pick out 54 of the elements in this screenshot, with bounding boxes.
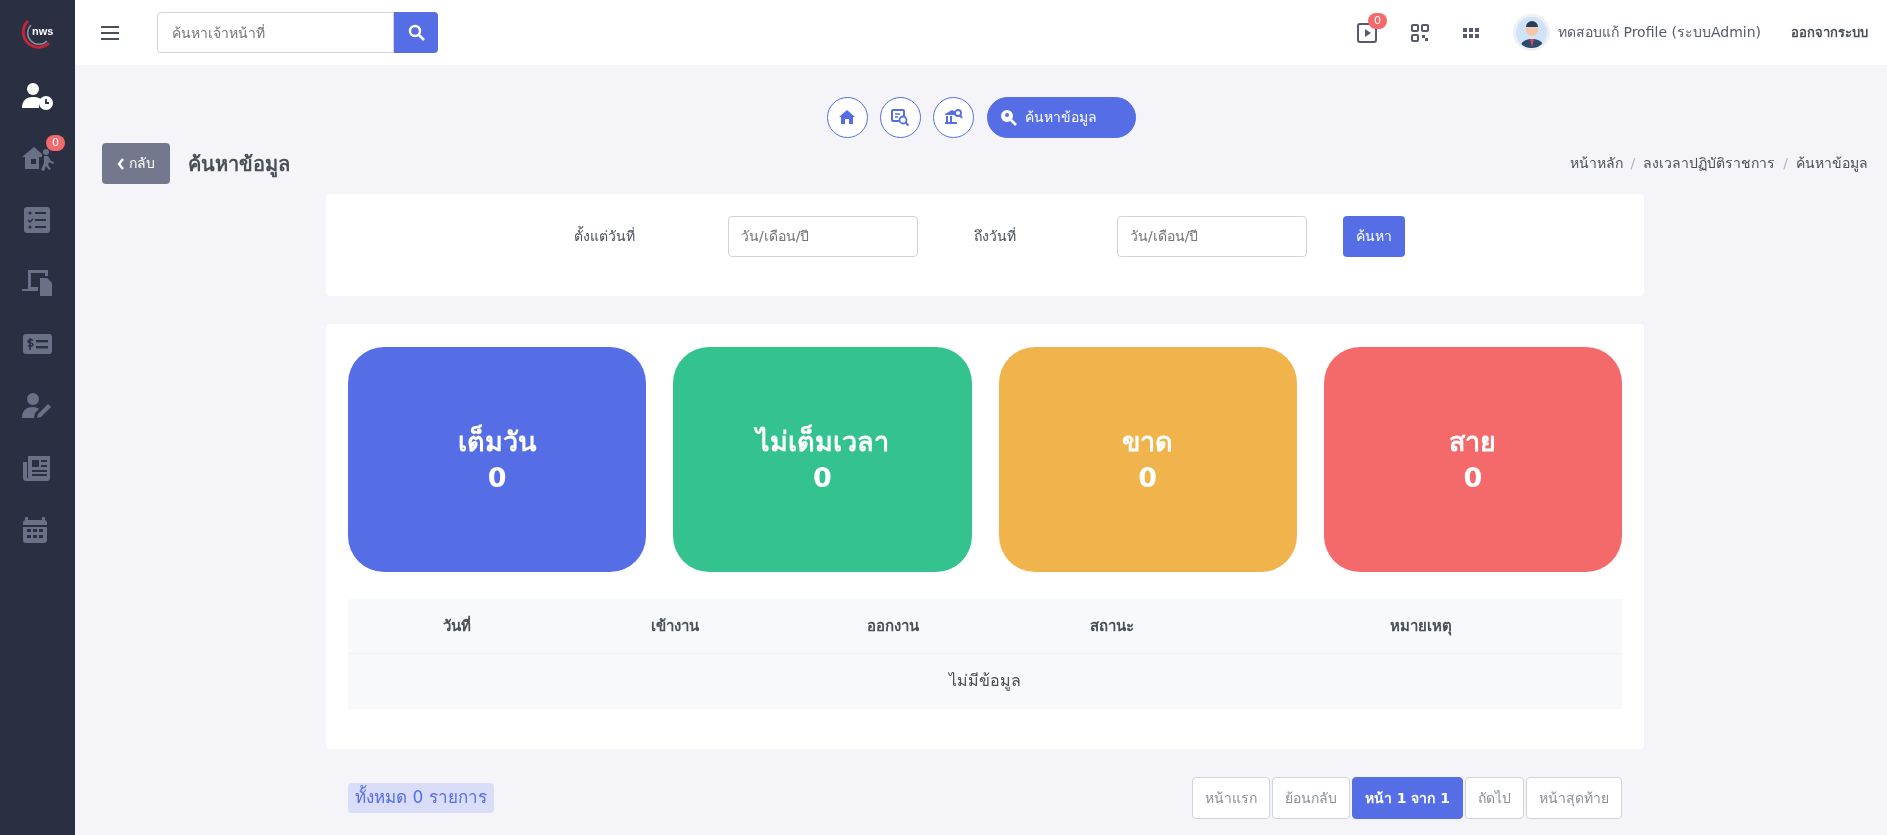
stat-value: 0 xyxy=(487,460,507,495)
chevron-left-icon xyxy=(117,157,125,170)
field-label: ถึงวันที่ xyxy=(973,226,1016,246)
avatar[interactable] xyxy=(1513,14,1550,51)
field-label: ตั้งแต่วันที่ xyxy=(573,225,635,246)
date-field[interactable]: วัน/เดือน/ปี xyxy=(1117,215,1307,257)
house-walking-icon xyxy=(21,144,54,172)
column-header: เข้างาน xyxy=(566,599,785,653)
stat-value: 0 xyxy=(1138,460,1157,495)
page-title: ค้นหาข้อมูล xyxy=(188,151,290,176)
home-icon xyxy=(837,108,857,127)
bank-search-icon xyxy=(943,108,963,127)
stat-value: 0 xyxy=(1463,460,1483,495)
search-button[interactable] xyxy=(394,12,438,53)
breadcrumb-current: ค้นหาข้อมูล xyxy=(1796,154,1868,174)
breadcrumb-separator: / xyxy=(1630,154,1636,173)
logout-link[interactable]: ออกจากระบบ xyxy=(1791,22,1868,43)
search-document-icon xyxy=(890,108,910,127)
grid-icon xyxy=(1463,27,1479,38)
devices-icon xyxy=(21,268,54,296)
user-clock-icon xyxy=(21,82,54,110)
user-pen-icon xyxy=(21,392,54,420)
breadcrumb-link[interactable]: ลงเวลาปฏิบัติราชการ xyxy=(1643,153,1776,174)
column-header: สถานะ xyxy=(1002,599,1221,653)
stat-label: สาย xyxy=(1449,425,1497,460)
shortcut-button[interactable] xyxy=(932,97,974,138)
qr-code-icon xyxy=(1411,23,1429,42)
search-button[interactable]: ค้นหา xyxy=(1343,215,1405,257)
search-pin-icon xyxy=(999,109,1017,126)
shortcut-tab[interactable]: ค้นหาข้อมูล xyxy=(986,97,1136,138)
search-field[interactable]: ค้นหาเจ้าหน้าที่ xyxy=(157,12,394,53)
play-icon xyxy=(1357,22,1377,43)
stat-value: 0 xyxy=(812,460,832,495)
back-button[interactable]: กลับ xyxy=(102,143,170,184)
stat-label: ไม่เต็มเวลา xyxy=(755,424,889,460)
search-icon xyxy=(407,24,425,41)
count-badge: 0 xyxy=(1368,12,1387,29)
menu-icon xyxy=(101,24,119,41)
shortcut-button[interactable] xyxy=(879,97,921,138)
sidebar-item[interactable]: 0 xyxy=(0,127,75,189)
date-field[interactable]: วัน/เดือน/ปี xyxy=(728,215,918,257)
empty-message: ไม่มีข้อมูล xyxy=(348,653,1622,709)
stat-label: เต็มวัน xyxy=(458,424,537,460)
user-name: ทดสอบแก้ Profile (ระบบAdmin) xyxy=(1558,23,1761,42)
breadcrumb-separator: / xyxy=(1783,154,1788,173)
stat-label: ขาด xyxy=(1122,425,1174,460)
column-header: ออกงาน xyxy=(784,599,1003,653)
count-badge: 0 xyxy=(46,135,65,151)
pagination-button[interactable]: หน้า 1 จาก 1 xyxy=(1351,777,1463,819)
breadcrumb-link[interactable]: หน้าหลัก xyxy=(1569,153,1623,174)
column-header: หมายเหตุ xyxy=(1220,599,1622,653)
column-header: วันที่ xyxy=(348,599,567,653)
shortcut-button[interactable] xyxy=(826,97,868,138)
total-count: ทั้งหมด 0 รายการ xyxy=(348,783,494,813)
